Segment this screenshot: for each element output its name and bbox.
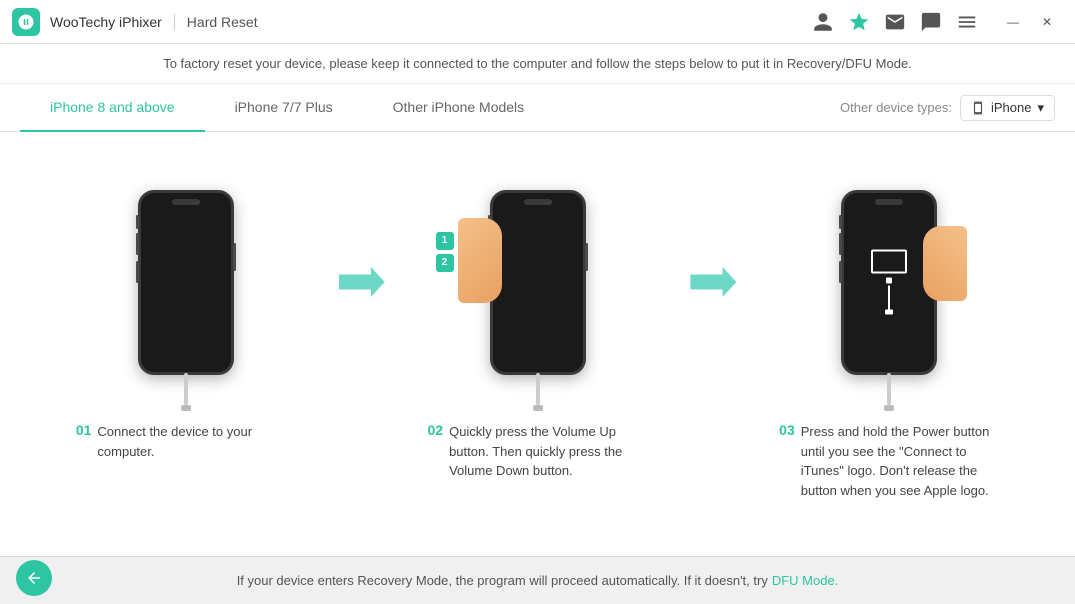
phone-1-mute-btn [136,215,139,229]
steps-area: 01 Connect the device to your computer. … [0,132,1075,556]
info-bar: To factory reset your device, please kee… [0,44,1075,84]
dfu-mode-link[interactable]: DFU Mode. [772,573,838,588]
step-1: 01 Connect the device to your computer. [40,152,332,461]
star-icon[interactable] [845,8,873,36]
info-text: To factory reset your device, please kee… [163,56,912,71]
close-button[interactable]: ✕ [1031,8,1063,36]
app-name: WooTechy iPhixer [50,14,162,30]
phone-1-cable [184,373,188,405]
step-3-visual [779,152,999,412]
phone-1-body [138,190,234,375]
app-logo [12,8,40,36]
step-3: 03 Press and hold the Power button until… [743,152,1035,500]
itunes-plug-top [886,278,892,284]
phone-3-mute-btn [839,215,842,229]
itunes-plug-bottom [885,310,893,315]
step-3-text: Press and hold the Power button until yo… [801,422,999,500]
phone-3-container [841,190,937,375]
hand-left: 1 2 [458,218,502,303]
phone-2-container: 1 2 [490,190,586,375]
arrow-2-shape [690,267,736,297]
chat-icon[interactable] [917,8,945,36]
tab-bar: iPhone 8 and above iPhone 7/7 Plus Other… [0,84,1075,132]
tab-iphone7[interactable]: iPhone 7/7 Plus [205,84,363,132]
step-1-text: Connect the device to your computer. [97,422,295,461]
hand-right [923,226,967,301]
phone-3-notch [875,199,903,205]
phone-3-vol1-btn [839,233,842,255]
phone-1-container [138,190,234,375]
phone-icon [971,101,985,115]
step-1-num: 01 [76,422,92,438]
minimize-button[interactable]: — [997,8,1029,36]
arrow-1-shape [339,267,385,297]
phone-3-vol2-btn [839,261,842,283]
tab-iphone8[interactable]: iPhone 8 and above [20,84,205,132]
bottom-bar: If your device enters Recovery Mode, the… [0,556,1075,604]
main-content: iPhone 8 and above iPhone 7/7 Plus Other… [0,84,1075,556]
phone-2-body [490,190,586,375]
logo-icon [17,13,35,31]
arrow-2 [683,152,743,412]
step-2-num: 02 [428,422,444,438]
phone-2-power-btn [585,243,588,271]
mail-icon[interactable] [881,8,909,36]
step-3-desc: 03 Press and hold the Power button until… [779,412,999,500]
back-button[interactable] [16,560,52,596]
phone-1-vol2-btn [136,261,139,283]
step-2-text: Quickly press the Volume Up button. Then… [449,422,647,481]
phone-2-notch [524,199,552,205]
user-icon[interactable] [809,8,837,36]
step-3-num: 03 [779,422,795,438]
step-1-desc: 01 Connect the device to your computer. [76,412,296,461]
arrow-1 [332,152,392,412]
step-2-visual: 1 2 [428,152,648,412]
itunes-screen-icon [871,250,907,274]
phone-1-vol1-btn [136,233,139,255]
titlebar-separator [174,14,175,30]
badge-1: 1 [436,232,454,250]
titlebar: WooTechy iPhixer Hard Reset [0,0,1075,44]
device-type-label: Other device types: [840,100,952,115]
phone-1-notch [172,199,200,205]
phone-3-cable [887,373,891,405]
step-2: 1 2 02 Quick [392,152,684,481]
phone-2-cable [536,373,540,405]
phone-1-power-btn [233,243,236,271]
device-type-value: iPhone [991,100,1031,115]
tab-other-iphone[interactable]: Other iPhone Models [363,84,555,132]
itunes-cable-visual [885,278,893,315]
step-2-desc: 02 Quickly press the Volume Up button. T… [428,412,648,481]
itunes-cable-line [888,286,890,310]
titlebar-section: Hard Reset [187,14,258,30]
back-arrow-icon [25,569,43,587]
device-type-dropdown[interactable]: iPhone ▾ [960,95,1055,121]
dropdown-arrow-icon: ▾ [1037,100,1044,116]
window-controls: — ✕ [997,8,1063,36]
titlebar-actions: — ✕ [809,8,1063,36]
device-type-selector: Other device types: iPhone ▾ [840,95,1055,121]
badge-2: 2 [436,254,454,272]
bottombar-text: If your device enters Recovery Mode, the… [237,573,768,588]
itunes-content [871,250,907,315]
menu-icon[interactable] [953,8,981,36]
step-1-visual [76,152,296,412]
